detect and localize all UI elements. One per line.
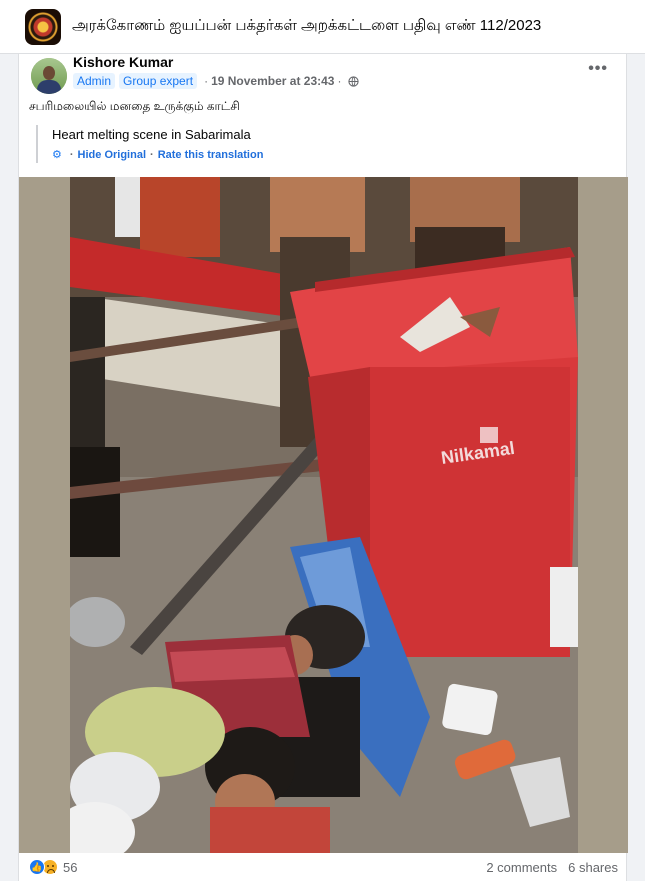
group-header: அரக்கோணம் ஐயப்பன் பக்தர்கள் அறக்கட்டளை ப… <box>0 0 645 54</box>
translation-block: Heart melting scene in Sabarimala ⚙ · Hi… <box>36 125 336 163</box>
photo-scene: Nilkamal <box>70 177 578 853</box>
comments-count[interactable]: 2 comments <box>486 860 557 875</box>
globe-icon <box>348 75 360 87</box>
more-options-icon[interactable]: ••• <box>588 60 608 78</box>
reactions-bar: 👍 56 2 comments 6 shares <box>19 853 628 881</box>
author-avatar[interactable] <box>31 58 67 94</box>
post-photo[interactable]: Nilkamal <box>70 177 578 853</box>
shares-count[interactable]: 6 shares <box>568 860 618 875</box>
reaction-count[interactable]: 56 <box>63 860 77 875</box>
translated-text: Heart melting scene in Sabarimala <box>52 127 251 142</box>
post-text: சபரிமலையில் மனதை உருக்கும் காட்சி <box>29 99 240 113</box>
post-card: Kishore Kumar Admin Group expert · 19 No… <box>18 54 628 881</box>
post-meta: Admin Group expert · 19 November at 23:4… <box>73 73 360 89</box>
group-name[interactable]: அரக்கோணம் ஐயப்பன் பக்தர்கள் அறக்கட்டளை ப… <box>72 17 541 36</box>
post-date[interactable]: 19 November at 23:43 <box>211 74 334 88</box>
hide-original-link[interactable]: Hide Original <box>78 149 146 161</box>
group-expert-badge[interactable]: Group expert <box>119 73 198 89</box>
rate-translation-link[interactable]: Rate this translation <box>158 149 264 161</box>
post-image-container: Nilkamal <box>19 177 628 853</box>
like-icon: 👍 <box>29 859 45 875</box>
author-name[interactable]: Kishore Kumar <box>73 54 173 70</box>
group-logo-icon[interactable] <box>25 8 61 45</box>
gear-icon[interactable]: ⚙ <box>52 148 62 161</box>
reaction-icons[interactable]: 👍 <box>29 859 58 875</box>
translation-links: ⚙ · Hide Original · Rate this translatio… <box>52 148 264 162</box>
admin-badge[interactable]: Admin <box>73 73 116 89</box>
